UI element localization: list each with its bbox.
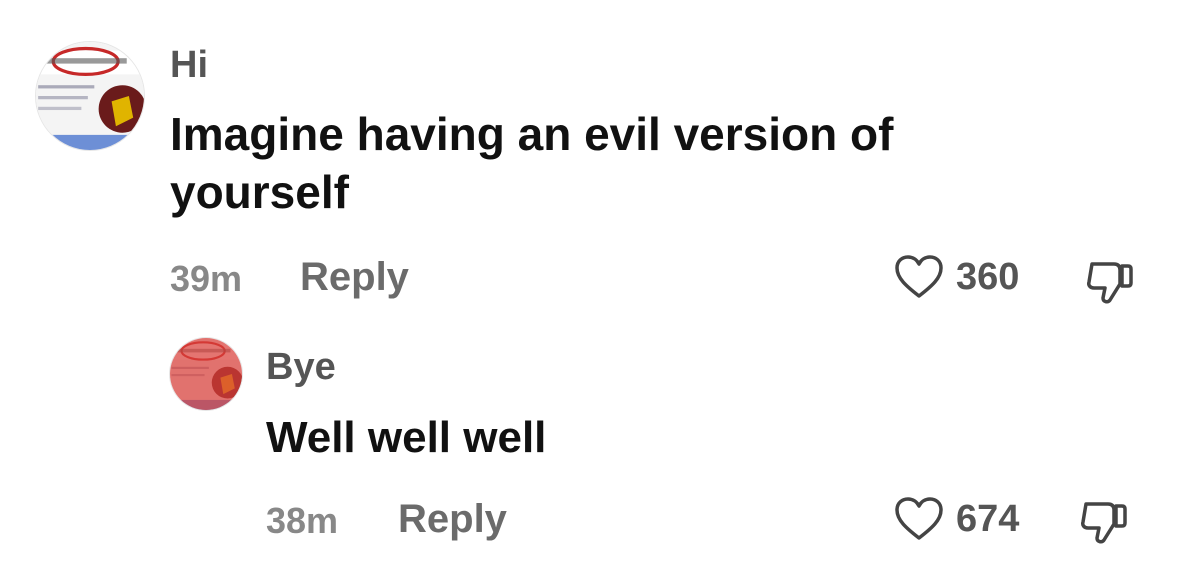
- like-button[interactable]: 674: [894, 496, 1019, 542]
- username[interactable]: Bye: [266, 346, 336, 389]
- like-button[interactable]: 360: [894, 254, 1019, 300]
- timestamp: 39m: [170, 258, 243, 299]
- avatar-image-icon: [36, 42, 144, 150]
- avatar[interactable]: [170, 338, 242, 410]
- thumbs-down-icon: [1081, 502, 1127, 544]
- timestamp: 38m: [266, 500, 339, 541]
- comment-text: Well well well: [266, 413, 547, 462]
- dislike-button[interactable]: [1078, 496, 1130, 553]
- avatar-image-icon: [170, 338, 242, 410]
- heart-icon: [895, 255, 943, 298]
- heart-icon: [895, 497, 943, 540]
- like-count: 674: [956, 497, 1020, 540]
- dislike-button[interactable]: [1084, 256, 1136, 313]
- thumbs-down-icon: [1087, 262, 1133, 304]
- like-count: 360: [956, 255, 1020, 298]
- comment-text: Imagine having an evil version of yourse…: [170, 108, 894, 218]
- username[interactable]: Hi: [170, 44, 208, 87]
- avatar[interactable]: [36, 42, 144, 150]
- reply-button[interactable]: Reply: [300, 255, 409, 300]
- reply-button[interactable]: Reply: [398, 497, 507, 542]
